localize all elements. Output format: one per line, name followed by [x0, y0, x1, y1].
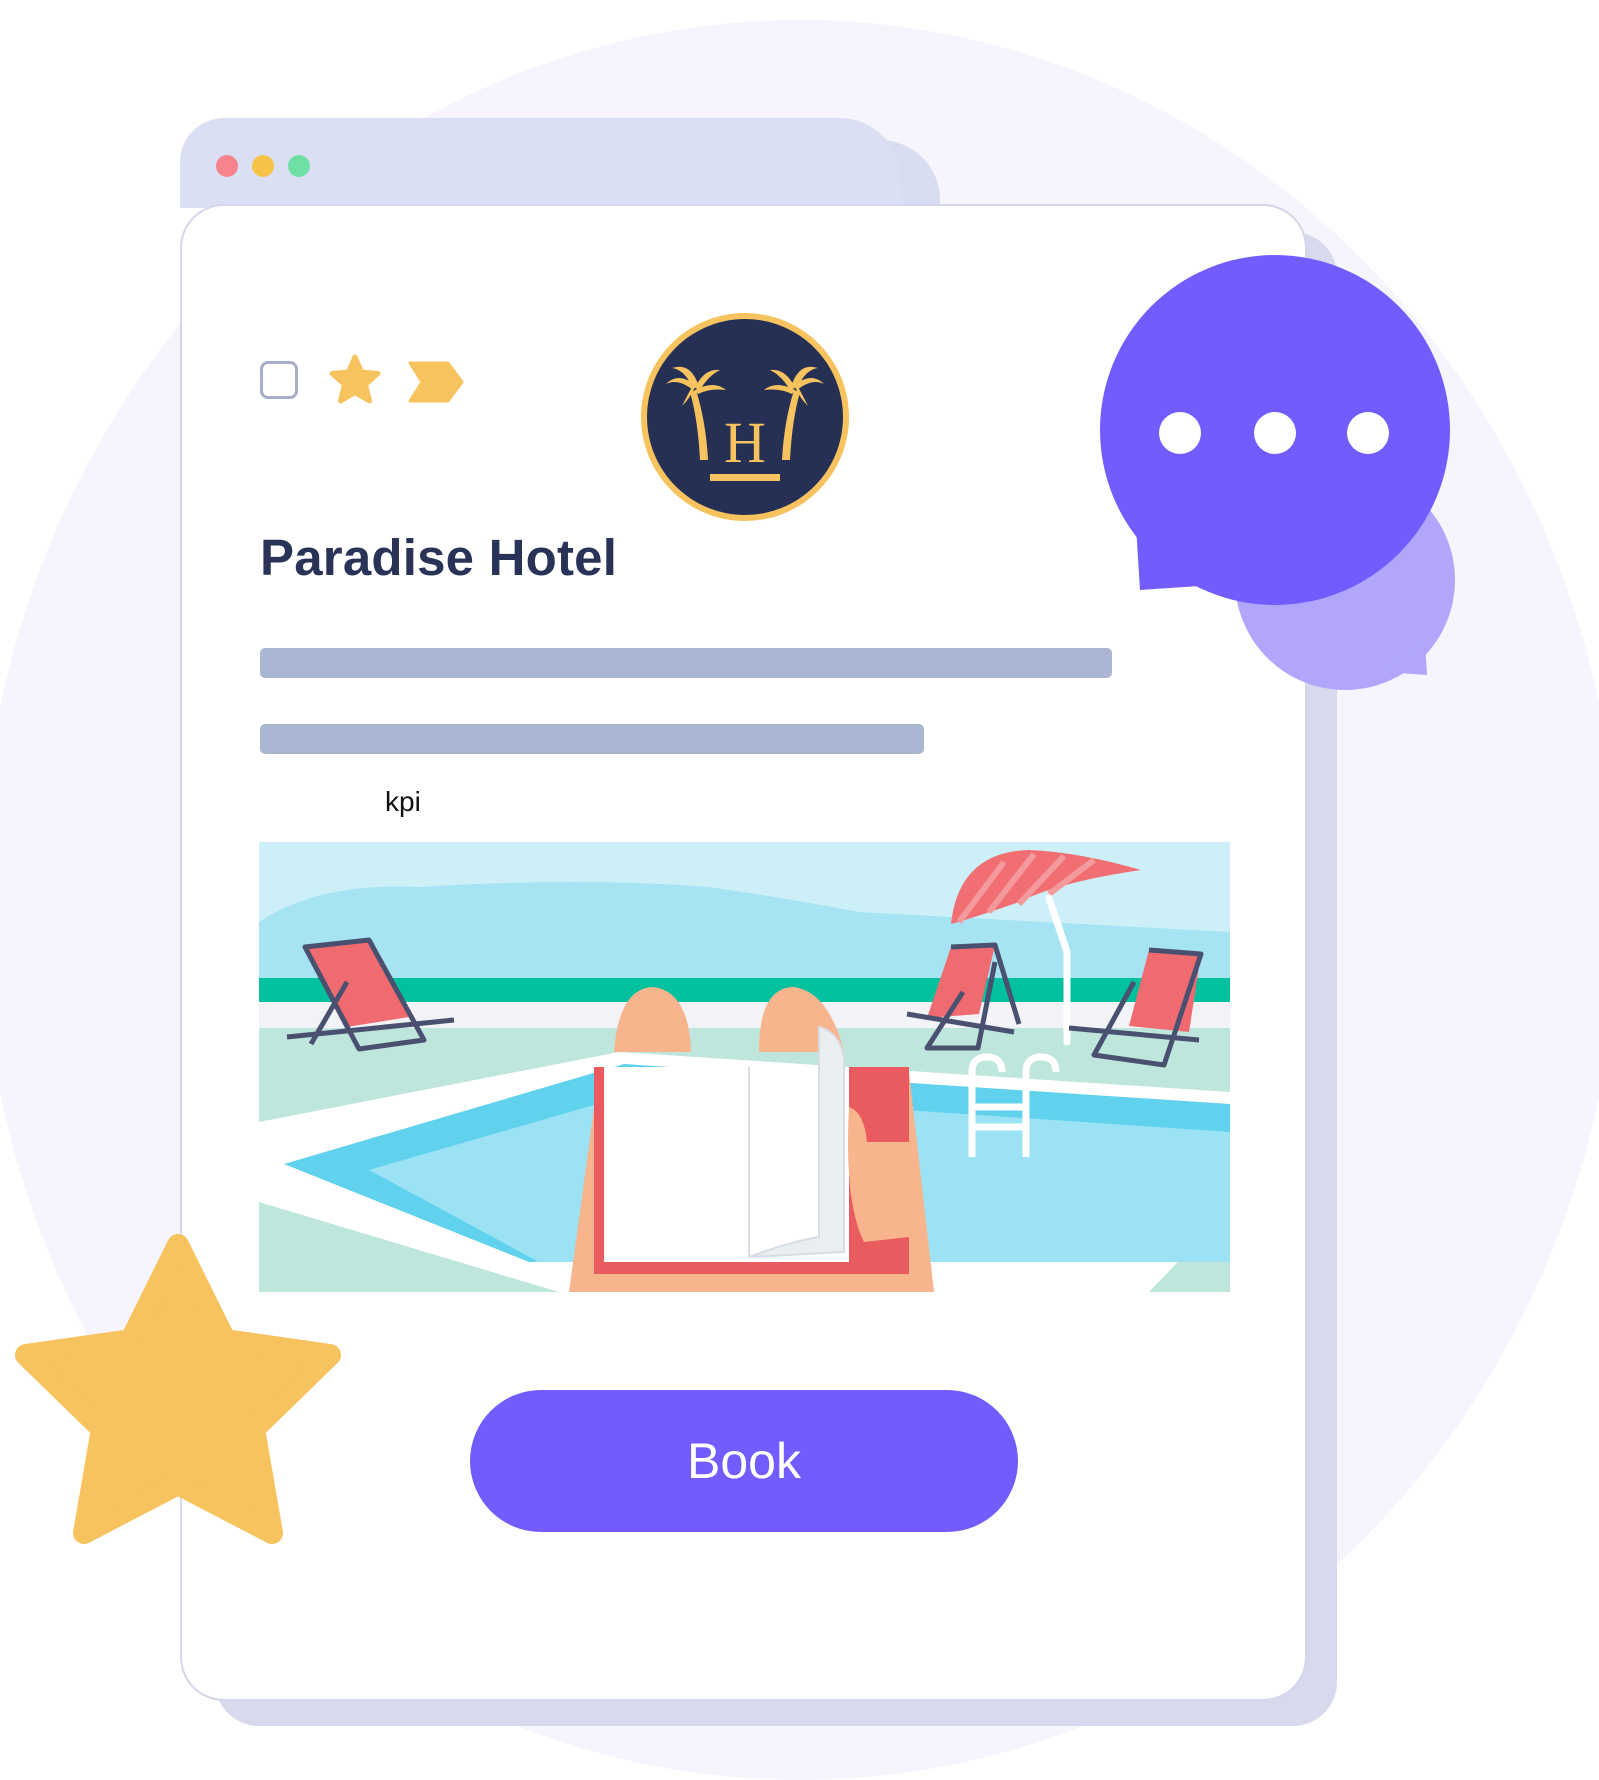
book-button[interactable]: Book	[470, 1390, 1018, 1532]
kpi-label: kpi	[385, 786, 421, 817]
star-icon	[15, 1234, 341, 1544]
text-placeholder-line	[260, 648, 1112, 678]
chat-bubble-icon[interactable]	[1095, 250, 1475, 690]
tag-icon[interactable]	[408, 361, 464, 403]
text-placeholder-line	[260, 724, 924, 754]
window-close-dot[interactable]	[216, 155, 238, 177]
star-icon[interactable]	[327, 354, 383, 408]
checkbox-icon[interactable]	[260, 361, 298, 399]
hotel-pool-illustration	[259, 842, 1230, 1292]
page-title: Paradise Hotel	[260, 529, 618, 586]
hotel-logo: H	[641, 313, 849, 521]
logo-letter: H	[724, 410, 766, 475]
window-maximize-dot[interactable]	[288, 155, 310, 177]
window-minimize-dot[interactable]	[252, 155, 274, 177]
